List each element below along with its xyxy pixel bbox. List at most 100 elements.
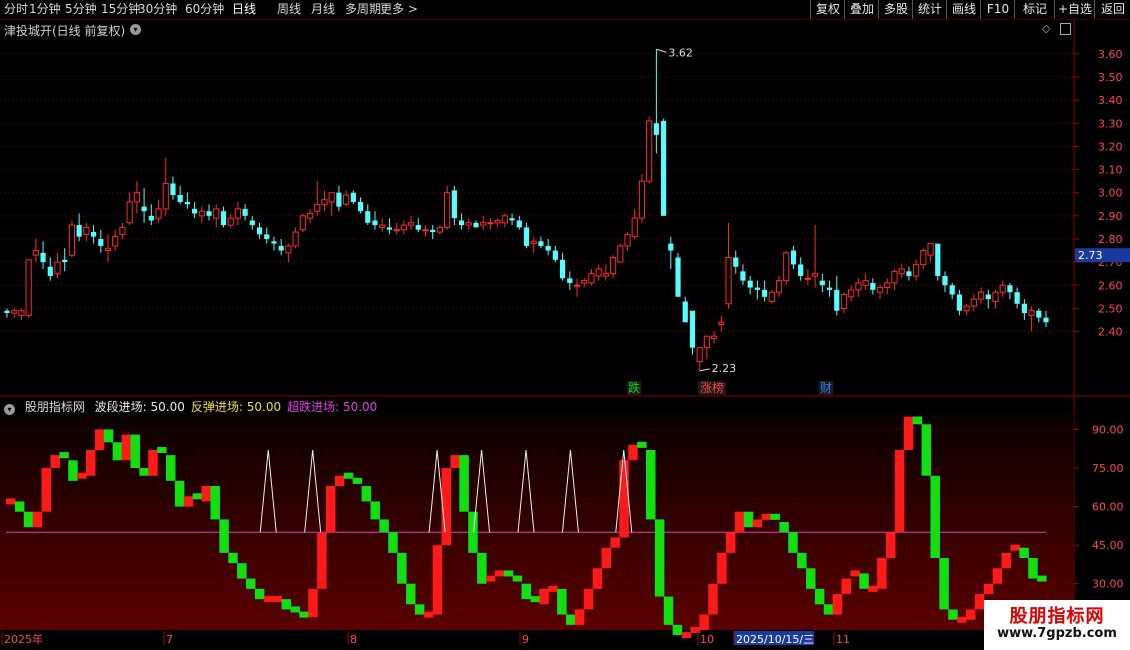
candle-body xyxy=(306,213,314,219)
indicator-step xyxy=(859,573,869,589)
price-label: 2.60 xyxy=(1098,279,1123,292)
indicator-step xyxy=(646,450,656,520)
chevron-down-icon[interactable]: ▾ xyxy=(4,404,15,415)
indicator-step xyxy=(779,522,789,533)
indicator-step xyxy=(1019,547,1029,558)
price-label: 2.50 xyxy=(1098,302,1123,315)
candle-body xyxy=(104,247,112,252)
period-tab-8[interactable]: 月线 xyxy=(311,0,335,19)
candle-body xyxy=(884,282,891,289)
date-label: 2025年 xyxy=(4,632,43,646)
candle-body xyxy=(494,219,501,224)
indicator-step xyxy=(957,616,967,623)
chart-canvas[interactable]: 3.603.503.403.303.203.103.002.902.802.70… xyxy=(0,0,1130,650)
candle-body xyxy=(898,268,905,275)
low-pointer xyxy=(699,368,710,372)
indicator-step xyxy=(894,450,905,533)
candle-body xyxy=(617,245,624,263)
candle-body xyxy=(119,226,126,235)
toolbar-button-5[interactable]: F10 xyxy=(980,0,1015,19)
high-pointer xyxy=(656,48,667,53)
toolbar-button-6[interactable]: 标记 xyxy=(1014,0,1055,19)
indicator-series-label-2: 超跌进场: 50.00 xyxy=(287,400,378,414)
indicator-step xyxy=(166,455,176,481)
indicator-step xyxy=(41,468,52,512)
candle-body xyxy=(999,284,1006,293)
candle-body xyxy=(40,252,46,263)
toolbar-button-7[interactable]: +自选 xyxy=(1054,0,1095,19)
date-label: 2025/10/15/三 xyxy=(736,633,814,646)
indicator-name[interactable]: 股朋指标网 xyxy=(25,400,85,414)
high-label: 3.62 xyxy=(668,46,693,59)
indicator-step xyxy=(397,552,407,584)
candle-body xyxy=(906,271,912,276)
candles xyxy=(4,49,1049,371)
candle-body xyxy=(1028,310,1035,316)
chevron-down-icon[interactable]: ▾ xyxy=(130,24,141,35)
candle-body xyxy=(350,192,356,202)
indicator-step xyxy=(14,501,25,512)
indicator-step xyxy=(450,455,460,468)
date-label: 11 xyxy=(836,633,850,646)
candle-body xyxy=(891,270,898,284)
indicator-step xyxy=(388,532,398,553)
period-tab-4[interactable]: 30分钟 xyxy=(138,0,177,19)
stock-title[interactable]: 津投城开(日线 前复权) xyxy=(4,22,125,39)
candle-body xyxy=(559,259,566,279)
indicator-step xyxy=(539,588,549,605)
period-tab-2[interactable]: 5分钟 xyxy=(65,0,97,19)
indicator-header: ▾ 股朋指标网 波段进场: 50.00 反弹进场: 50.00 超跌进场: 50.0… xyxy=(4,398,383,415)
toolbar-button-1[interactable]: 叠加 xyxy=(844,0,879,19)
indicator-step xyxy=(806,568,816,589)
period-tab-3[interactable]: 15分钟 xyxy=(101,0,140,19)
indicator-step xyxy=(23,511,34,528)
candle-body xyxy=(646,120,653,182)
indicator-step xyxy=(352,477,363,484)
candle-body xyxy=(963,305,970,312)
candle-body xyxy=(790,250,797,265)
indicator-axis-label: 75.00 xyxy=(1092,462,1124,475)
date-label: 8 xyxy=(350,633,357,646)
indicator-step xyxy=(68,460,78,481)
candle-body xyxy=(400,224,407,231)
toolbar-button-4[interactable]: 画线 xyxy=(946,0,981,19)
period-tab-6[interactable]: 日线 xyxy=(232,0,256,19)
period-toolbar: 分时 1分钟 5分钟 15分钟 30分钟 60分钟 日线 周线 月线 多周期 更多 > 复权 叠加 多股统… xyxy=(0,0,1130,20)
indicator-step xyxy=(432,545,443,615)
period-tab-1[interactable]: 1分钟 xyxy=(29,0,61,19)
indicator-step xyxy=(406,583,416,605)
candle-body xyxy=(321,199,328,205)
window-icon[interactable] xyxy=(1060,23,1071,35)
candle-body xyxy=(62,259,68,263)
indicator-step xyxy=(948,609,958,620)
toolbar-button-3[interactable]: 统计 xyxy=(912,0,947,19)
period-tab-9[interactable]: 多周期 xyxy=(345,0,381,19)
diamond-icon[interactable]: ◇ xyxy=(1042,22,1050,35)
candle-body xyxy=(819,280,825,286)
toolbar-button-8[interactable]: 返回 xyxy=(1094,0,1130,19)
indicator-step xyxy=(326,486,336,533)
candle-body xyxy=(285,245,292,254)
event-tag: 财 xyxy=(820,381,832,395)
period-tab-5[interactable]: 60分钟 xyxy=(185,0,224,19)
indicator-step xyxy=(903,416,914,450)
candle-body xyxy=(155,208,162,219)
period-tab-10[interactable]: 更多 > xyxy=(380,0,418,19)
candle-body xyxy=(299,215,306,231)
date-label: 7 xyxy=(166,633,173,646)
indicator-step xyxy=(174,480,185,507)
toolbar-button-0[interactable]: 复权 xyxy=(810,0,845,19)
indicator-step xyxy=(654,519,665,597)
candle-body xyxy=(227,217,234,226)
period-tab-7[interactable]: 周线 xyxy=(277,0,301,19)
indicator-step xyxy=(832,594,843,615)
candle-body xyxy=(54,261,61,275)
period-tab-0[interactable]: 分时 xyxy=(4,0,28,19)
indicator-step xyxy=(334,475,345,486)
indicator-step xyxy=(290,606,300,613)
toolbar-button-2[interactable]: 多股 xyxy=(878,0,913,19)
indicator-step xyxy=(343,472,354,479)
indicator-step xyxy=(726,532,736,553)
indicator-step xyxy=(86,450,96,476)
indicator-step xyxy=(254,588,265,600)
